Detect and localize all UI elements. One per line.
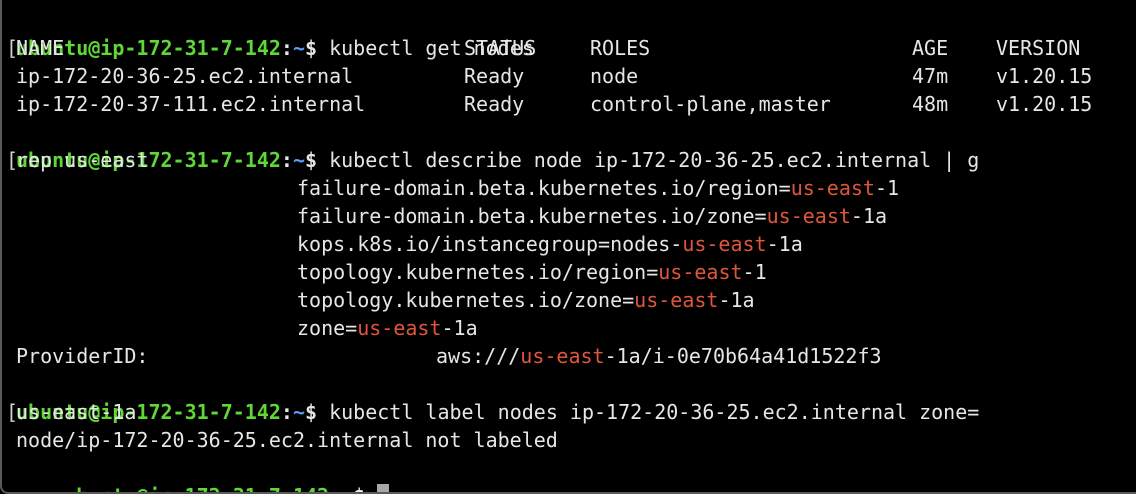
provider-id-label: ProviderID: (16, 344, 149, 368)
node-status: Ready (464, 92, 525, 116)
grep-match: us-east (766, 204, 851, 228)
node-roles: control-plane,master (590, 92, 831, 116)
grep-result-line: failure-domain.beta.kubernetes.io/region… (297, 174, 899, 202)
grep-match: us-east (658, 260, 743, 284)
command-text: kubectl label nodes ip-172-20-36-25.ec2.… (329, 400, 980, 424)
label-key: topology.kubernetes.io/region= (297, 260, 659, 284)
node-version: v1.20.15 (996, 92, 1093, 116)
command-text: kubectl describe node ip-172-20-36-25.ec… (329, 148, 980, 172)
table-header-age: AGE (912, 36, 949, 60)
prompt-colon: : (280, 148, 293, 172)
command-text-wrapped: us-east-1a (16, 400, 137, 424)
prompt-symbol: $ (353, 484, 377, 492)
grep-result-line: topology.kubernetes.io/zone=us-east-1a (297, 286, 755, 314)
active-prompt-line[interactable]: ubuntu@ip-172-31-7-142:~$ (16, 454, 390, 492)
provider-suffix: -1a/i-0e70b64a41d1522f3 (604, 344, 882, 368)
command-output: node/ip-172-20-36-25.ec2.internal not la… (16, 428, 558, 452)
node-version: v1.20.15 (996, 64, 1093, 88)
terminal-window[interactable]: ▔▔▔▔ ▔ ▔▔▔▔ ▔▔ ▔ ▔▔▔▔▔ ▔▔▔▔▔▔▔ [ubuntu@i… (0, 0, 1136, 494)
table-header-name: NAME (16, 36, 65, 60)
nodes-table-header: NAME STATUS ROLES AGE VERSION (2, 34, 1136, 62)
prompt-colon: : (280, 400, 293, 424)
label-suffix: -1 (742, 260, 767, 284)
grep-match: us-east (357, 316, 442, 340)
label-key: topology.kubernetes.io/zone= (297, 288, 635, 312)
clipped-previous-line: ▔▔▔▔ ▔ ▔▔▔▔ ▔▔ ▔ ▔▔▔▔▔ ▔▔▔▔▔▔▔ (16, 0, 437, 3)
text-cursor[interactable] (377, 484, 390, 492)
label-suffix: -1a (718, 288, 755, 312)
table-header-roles: ROLES (590, 36, 651, 60)
node-name: ip-172-20-36-25.ec2.internal (16, 64, 354, 88)
table-row: ip-172-20-37-111.ec2.internal Ready cont… (2, 90, 1136, 118)
label-suffix: -1a (766, 232, 803, 256)
table-header-version: VERSION (996, 36, 1081, 60)
node-name: ip-172-20-37-111.ec2.internal (16, 92, 366, 116)
prompt-line-label: [ubuntu@ip-172-31-7-142:~$ kubectl label… (2, 370, 979, 424)
label-key: failure-domain.beta.kubernetes.io/zone= (297, 204, 767, 228)
grep-match: us-east (790, 176, 875, 200)
label-key: failure-domain.beta.kubernetes.io/region… (297, 176, 791, 200)
prompt-user-host: ubuntu@ip-172-31-7-142 (64, 484, 329, 492)
table-row: ip-172-20-36-25.ec2.internal Ready node … (2, 62, 1136, 90)
node-age: 47m (912, 64, 949, 88)
provider-id-line: ProviderID: aws:///us-east-1a/i-0e70b64a… (2, 342, 1136, 370)
node-status: Ready (464, 64, 525, 88)
provider-prefix: aws:/// (436, 344, 521, 368)
label-suffix: -1 (874, 176, 900, 200)
prompt-colon: : (329, 484, 341, 492)
prompt-line-describe: [ubuntu@ip-172-31-7-142:~$ kubectl descr… (2, 118, 979, 172)
prompt-symbol: $ (305, 400, 330, 424)
label-key: zone= (297, 316, 358, 340)
label-key: kops.k8s.io/instancegroup=nodes- (297, 232, 683, 256)
grep-result-line: topology.kubernetes.io/region=us-east-1 (297, 258, 767, 286)
command-text-wrapped: rep us-east (16, 148, 149, 172)
grep-match: us-east (682, 232, 767, 256)
prompt-symbol: $ (305, 148, 330, 172)
prompt-path: ~ (292, 148, 305, 172)
prompt-path: ~ (341, 484, 353, 492)
prompt-path: ~ (292, 400, 305, 424)
grep-result-line: zone=us-east-1a (297, 314, 478, 342)
grep-match: us-east (634, 288, 719, 312)
grep-result-line: kops.k8s.io/instancegroup=nodes-us-east-… (297, 230, 803, 258)
table-header-status: STATUS (464, 36, 537, 60)
label-suffix: -1a (441, 316, 478, 340)
grep-result-line: failure-domain.beta.kubernetes.io/zone=u… (297, 202, 887, 230)
prompt-line-get-nodes: [ubuntu@ip-172-31-7-142:~$ kubectl get n… (2, 6, 534, 60)
label-suffix: -1a (850, 204, 888, 228)
provider-id-value: aws:///us-east-1a/i-0e70b64a41d1522f3 (436, 342, 882, 370)
node-roles: node (590, 64, 639, 88)
node-age: 48m (912, 92, 949, 116)
grep-match: us-east (520, 344, 605, 368)
